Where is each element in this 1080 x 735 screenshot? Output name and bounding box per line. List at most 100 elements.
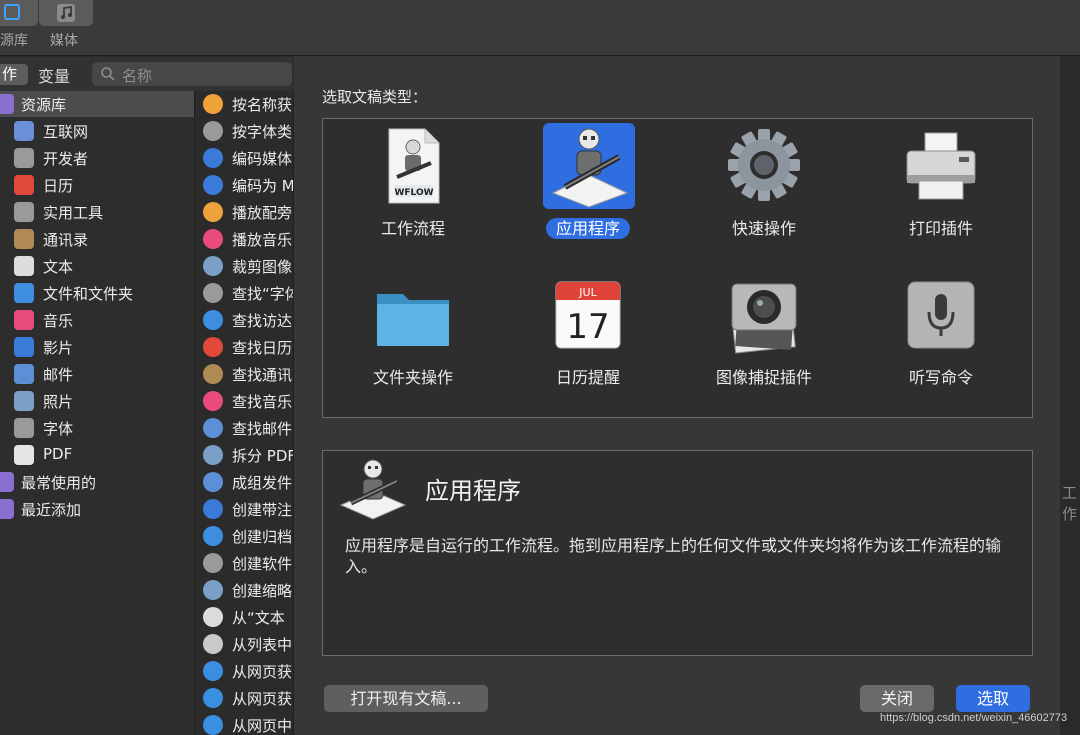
- sidebar-item-label: 字体: [43, 420, 74, 438]
- list-item[interactable]: 查找通讯: [195, 361, 293, 388]
- list-item-label: 从网页中: [232, 717, 293, 735]
- font-icon: [203, 121, 223, 141]
- list-item-label: 查找通讯: [232, 366, 293, 384]
- library-toolbar-button[interactable]: [0, 0, 38, 26]
- list-item[interactable]: 裁剪图像: [195, 253, 293, 280]
- sidebar-item[interactable]: 通讯录: [0, 226, 194, 252]
- folder-icon: [377, 294, 449, 346]
- pdf-icon: [14, 445, 34, 465]
- sidebar-item[interactable]: 开发者: [0, 145, 194, 171]
- sidebar-item[interactable]: 音乐: [0, 307, 194, 333]
- close-button[interactable]: 关闭: [860, 685, 934, 712]
- sidebar-item[interactable]: 最常使用的: [0, 469, 194, 495]
- sidebar-item-label: 文本: [43, 258, 74, 276]
- type-dictation-command[interactable]: 听写命令: [866, 272, 1016, 402]
- sidebar-item-label: 邮件: [43, 366, 74, 384]
- type-image-capture-plugin[interactable]: 图像捕捉插件: [689, 272, 839, 402]
- list-item[interactable]: 从网页中: [195, 712, 293, 735]
- list-item[interactable]: 查找访达: [195, 307, 293, 334]
- font-icon: [203, 283, 223, 303]
- sidebar-item[interactable]: 文本: [0, 253, 194, 279]
- sidebar-item[interactable]: 邮件: [0, 361, 194, 387]
- list-item-label: 查找“字体: [232, 285, 294, 303]
- type-calendar-alarm[interactable]: JUL 17 日历提醒: [513, 272, 663, 402]
- movie-icon: [203, 499, 223, 519]
- type-workflow[interactable]: WFLOW 工作流程: [338, 123, 488, 253]
- media-toolbar-button[interactable]: [39, 0, 93, 26]
- list-item[interactable]: 创建软件: [195, 550, 293, 577]
- library-icon: [0, 94, 14, 114]
- type-print-plugin[interactable]: 打印插件: [866, 123, 1016, 253]
- tab-actions[interactable]: 作: [0, 64, 28, 85]
- choose-button[interactable]: 选取: [956, 685, 1030, 712]
- sidebar-item[interactable]: 最近添加: [0, 496, 194, 522]
- list-item[interactable]: 编码为 M: [195, 172, 294, 199]
- list-item[interactable]: 查找音乐: [195, 388, 293, 415]
- text-icon: [14, 256, 34, 276]
- sidebar-item-label: 互联网: [43, 123, 89, 141]
- sidebar-item[interactable]: 互联网: [0, 118, 194, 144]
- list-item-label: 编码为 M: [232, 177, 294, 195]
- safari-icon: [203, 688, 223, 708]
- list-item[interactable]: 查找日历: [195, 334, 293, 361]
- sidebar-item[interactable]: 实用工具: [0, 199, 194, 225]
- list-item[interactable]: 从列表中: [195, 631, 293, 658]
- list-item[interactable]: 从网页获: [195, 685, 293, 712]
- open-existing-document-button[interactable]: 打开现有文稿...: [324, 685, 488, 712]
- list-item-label: 裁剪图像: [232, 258, 293, 276]
- sidebar-item[interactable]: 资源库: [0, 91, 194, 117]
- photos-icon: [14, 391, 34, 411]
- calendar-day: 17: [566, 307, 609, 347]
- type-folder-action[interactable]: 文件夹操作: [338, 272, 488, 402]
- list-item[interactable]: 查找“字体: [195, 280, 294, 307]
- workflow-file-icon: WFLOW: [388, 128, 440, 204]
- preview-icon: [203, 445, 223, 465]
- list-item[interactable]: 创建缩略: [195, 577, 293, 604]
- mail-icon: [203, 418, 223, 438]
- font-icon: [14, 418, 34, 438]
- list-item[interactable]: 拆分 PDF: [195, 442, 293, 469]
- list-item[interactable]: 编码媒体: [195, 145, 293, 172]
- gear-icon: [728, 129, 800, 201]
- list-item[interactable]: 创建带注: [195, 496, 293, 523]
- sidebar-item[interactable]: 照片: [0, 388, 194, 414]
- list-item[interactable]: 成组发件: [195, 469, 293, 496]
- list-item[interactable]: 播放音乐: [195, 226, 293, 253]
- type-label-application: 应用程序: [513, 215, 663, 239]
- calendar-icon: [14, 175, 34, 195]
- type-label-dictation-command: 听写命令: [908, 368, 973, 387]
- preview-icon: [203, 256, 223, 276]
- sidebar-item[interactable]: PDF: [0, 442, 194, 468]
- library-icon: [4, 4, 20, 20]
- library-tab-bar: 作 变量 名称: [0, 57, 293, 92]
- automator-icon: [203, 634, 223, 654]
- type-label-print-plugin: 打印插件: [908, 219, 973, 238]
- tab-variables[interactable]: 变量: [38, 63, 70, 87]
- sidebar-item[interactable]: 文件和文件夹: [0, 280, 194, 306]
- type-quick-action[interactable]: 快速操作: [689, 123, 839, 253]
- list-item[interactable]: 按名称获: [195, 91, 293, 118]
- printer-icon: [906, 132, 976, 200]
- automator-robot-icon: [339, 459, 407, 520]
- search-field[interactable]: 名称: [92, 62, 292, 86]
- list-item[interactable]: 播放配旁: [195, 199, 293, 226]
- media-toolbar-label: 媒体: [50, 33, 78, 49]
- mail-icon: [203, 472, 223, 492]
- list-item[interactable]: 按字体类: [195, 118, 293, 145]
- sidebar-item[interactable]: 日历: [0, 172, 194, 198]
- photos-icon: [203, 202, 223, 222]
- list-item[interactable]: 从网页获: [195, 658, 293, 685]
- list-item-label: 创建归档: [232, 528, 293, 546]
- sidebar-item[interactable]: 字体: [0, 415, 194, 441]
- list-item[interactable]: 从“文本: [195, 604, 293, 631]
- developer-tools-icon: [14, 148, 34, 168]
- music-note-icon: [57, 4, 75, 22]
- type-application[interactable]: 应用程序: [513, 123, 663, 253]
- search-input[interactable]: 名称: [122, 65, 152, 86]
- action-list: 按名称获 按字体类 编码媒体 编码为 M 播放配旁 播放音乐 裁剪图像 查找“字体 查找访达 查找…: [195, 91, 294, 735]
- mail-icon: [14, 364, 34, 384]
- list-item[interactable]: 查找邮件: [195, 415, 293, 442]
- right-edge-panel: 工作: [1060, 56, 1080, 735]
- sidebar-item[interactable]: 影片: [0, 334, 194, 360]
- list-item[interactable]: 创建归档: [195, 523, 293, 550]
